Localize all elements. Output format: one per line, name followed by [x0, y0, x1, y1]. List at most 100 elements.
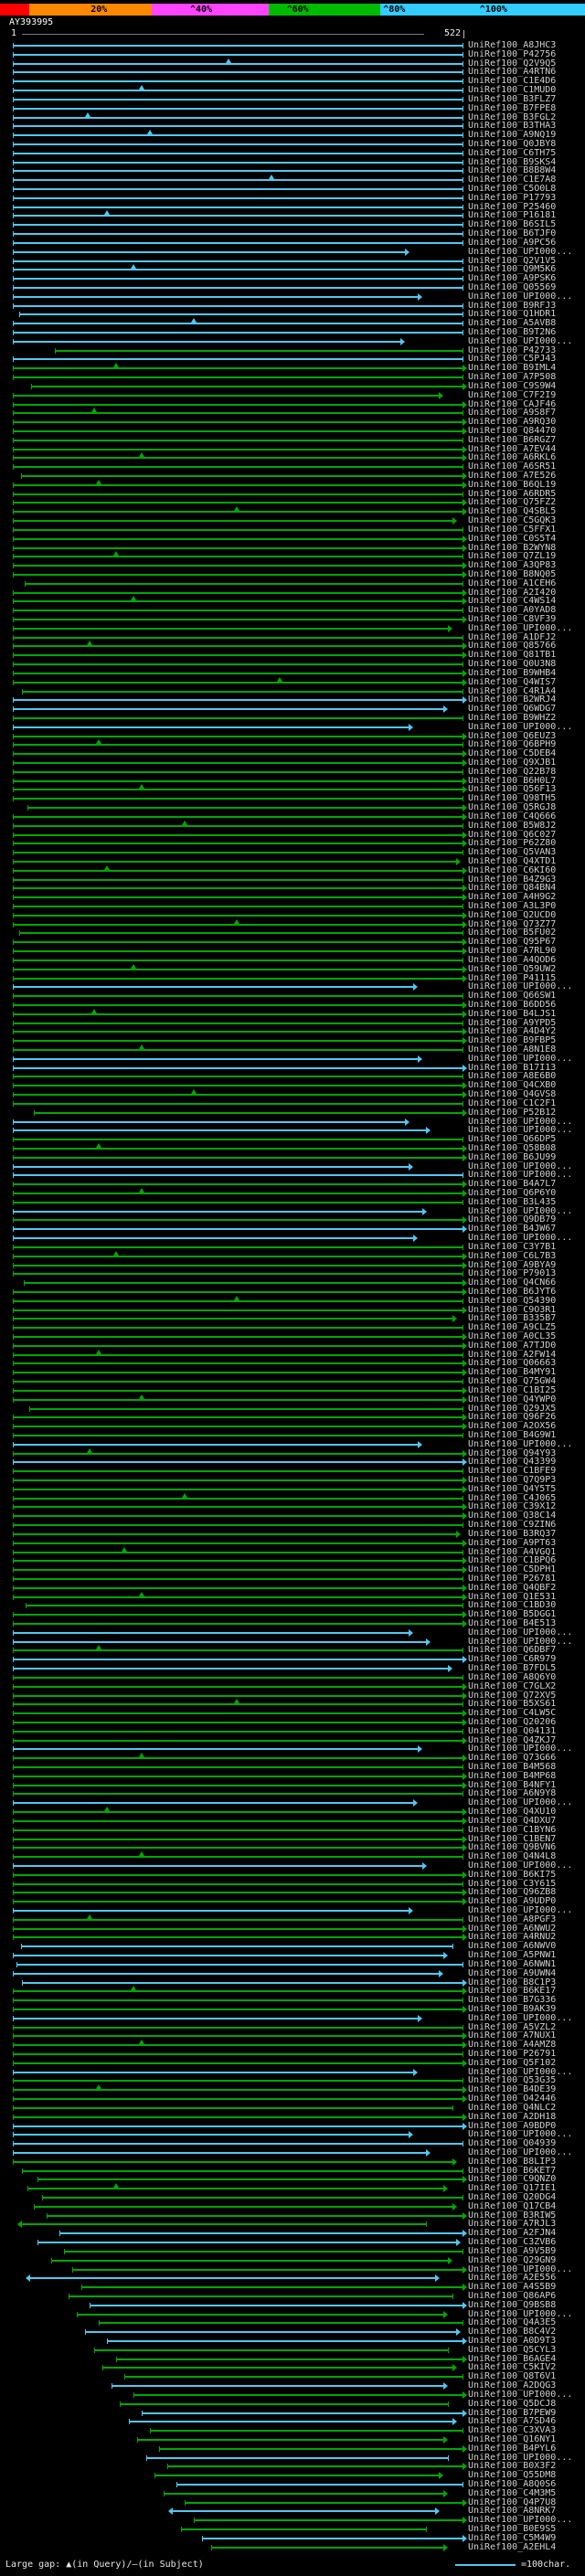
hit-bar[interactable]: [13, 1136, 463, 1143]
hit-bar[interactable]: [13, 1216, 467, 1224]
hit-bar[interactable]: [13, 1557, 467, 1565]
hit-bar[interactable]: [20, 1943, 453, 1950]
hit-bar[interactable]: [13, 911, 467, 919]
hit-bar[interactable]: [13, 1386, 467, 1394]
hit-bar[interactable]: [13, 419, 467, 427]
hit-bar[interactable]: [63, 2248, 463, 2255]
hit-bar[interactable]: [13, 159, 463, 166]
hit-bar[interactable]: [13, 831, 467, 839]
hit-bar[interactable]: [25, 580, 463, 588]
hit-bar[interactable]: [13, 302, 463, 310]
hit-bar[interactable]: [13, 1153, 467, 1161]
hit-bar[interactable]: [13, 1360, 467, 1368]
hit-bar[interactable]: [13, 1447, 467, 1458]
hit-bar[interactable]: [13, 1772, 467, 1780]
hit-bar[interactable]: [93, 2347, 449, 2354]
hit-bar[interactable]: [13, 1889, 467, 1897]
hit-bar[interactable]: [13, 1620, 467, 1627]
hit-bar[interactable]: [13, 122, 463, 130]
hit-bar[interactable]: [13, 1934, 467, 1942]
hit-bar[interactable]: [13, 849, 463, 856]
hit-bar[interactable]: [13, 230, 463, 238]
hit-bar[interactable]: [13, 1665, 452, 1673]
hit-bar[interactable]: [13, 983, 419, 991]
hit-bar[interactable]: [13, 948, 467, 956]
hit-bar[interactable]: [13, 938, 467, 947]
hit-bar[interactable]: [13, 1807, 467, 1817]
hit-bar[interactable]: [13, 1008, 467, 1018]
hit-bar[interactable]: [141, 2409, 467, 2417]
hit-bar[interactable]: [16, 2221, 428, 2229]
hit-bar[interactable]: [13, 1306, 467, 1314]
hit-bar[interactable]: [22, 688, 463, 695]
hit-bar[interactable]: [111, 2382, 449, 2390]
hit-bar[interactable]: [13, 1575, 463, 1583]
hit-bar[interactable]: [13, 1844, 467, 1852]
hit-bar[interactable]: [13, 337, 405, 345]
hit-bar[interactable]: [33, 2202, 457, 2210]
hit-bar[interactable]: [13, 1082, 467, 1090]
hit-bar[interactable]: [13, 669, 467, 677]
hit-bar[interactable]: [13, 1969, 444, 1977]
hit-bar[interactable]: [13, 624, 452, 632]
hit-bar[interactable]: [13, 2104, 453, 2112]
hit-bar[interactable]: [13, 696, 467, 705]
hit-bar[interactable]: [85, 2328, 462, 2337]
hit-bar[interactable]: [13, 2068, 419, 2076]
hit-bar[interactable]: [13, 652, 467, 660]
hit-bar[interactable]: [13, 1871, 467, 1879]
hit-bar[interactable]: [13, 1333, 467, 1341]
hit-bar[interactable]: [13, 661, 463, 668]
hit-bar[interactable]: [13, 992, 463, 1000]
hit-bar[interactable]: [13, 2005, 467, 2013]
hit-bar[interactable]: [13, 437, 463, 444]
hit-bar[interactable]: [13, 258, 463, 265]
hit-bar[interactable]: [13, 1591, 467, 1601]
hit-bar[interactable]: [13, 732, 467, 740]
hit-bar[interactable]: [13, 1044, 463, 1054]
hit-bar[interactable]: [27, 2183, 449, 2193]
hit-bar[interactable]: [13, 1181, 467, 1189]
hit-bar[interactable]: [13, 1512, 467, 1521]
hit-bar[interactable]: [13, 535, 467, 543]
hit-bar[interactable]: [13, 885, 467, 893]
hit-bar[interactable]: [28, 1405, 463, 1413]
hit-bar[interactable]: [154, 2472, 444, 2480]
hit-bar[interactable]: [13, 1028, 467, 1036]
hit-bar[interactable]: [13, 391, 444, 399]
hit-bar[interactable]: [13, 641, 467, 651]
hit-bar[interactable]: [13, 857, 462, 865]
hit-bar[interactable]: [13, 974, 467, 982]
hit-bar[interactable]: [13, 1261, 467, 1269]
hit-bar[interactable]: [13, 427, 467, 435]
hit-bar[interactable]: [13, 400, 467, 408]
hit-bar[interactable]: [13, 499, 467, 507]
hit-bar[interactable]: [37, 2239, 462, 2247]
hit-bar[interactable]: [13, 2113, 467, 2121]
hit-bar[interactable]: [13, 1477, 467, 1484]
hit-bar[interactable]: [13, 355, 463, 363]
hit-bar[interactable]: [13, 551, 463, 560]
hit-bar[interactable]: [13, 1790, 463, 1797]
hit-bar[interactable]: [13, 777, 467, 785]
hit-bar[interactable]: [13, 1611, 467, 1619]
hit-bar[interactable]: [13, 1584, 467, 1592]
hit-bar[interactable]: [13, 634, 463, 641]
hit-bar[interactable]: [13, 463, 463, 471]
hit-bar[interactable]: [13, 1817, 467, 1825]
hit-bar[interactable]: [13, 2131, 414, 2139]
hit-bar[interactable]: [13, 1492, 463, 1502]
hit-bar[interactable]: [13, 1394, 467, 1404]
hit-bar[interactable]: [13, 141, 463, 148]
hit-bar[interactable]: [13, 1799, 419, 1807]
hit-bar[interactable]: [13, 150, 463, 157]
hit-bar[interactable]: [13, 2032, 467, 2041]
hit-bar[interactable]: [13, 607, 463, 614]
hit-bar[interactable]: [13, 1037, 467, 1045]
hit-bar[interactable]: [13, 2040, 467, 2050]
hit-bar[interactable]: [13, 1566, 467, 1574]
hit-bar[interactable]: [163, 2489, 449, 2497]
hit-bar[interactable]: [13, 2014, 422, 2022]
hit-bar[interactable]: [13, 506, 467, 516]
hit-bar[interactable]: [55, 347, 463, 355]
